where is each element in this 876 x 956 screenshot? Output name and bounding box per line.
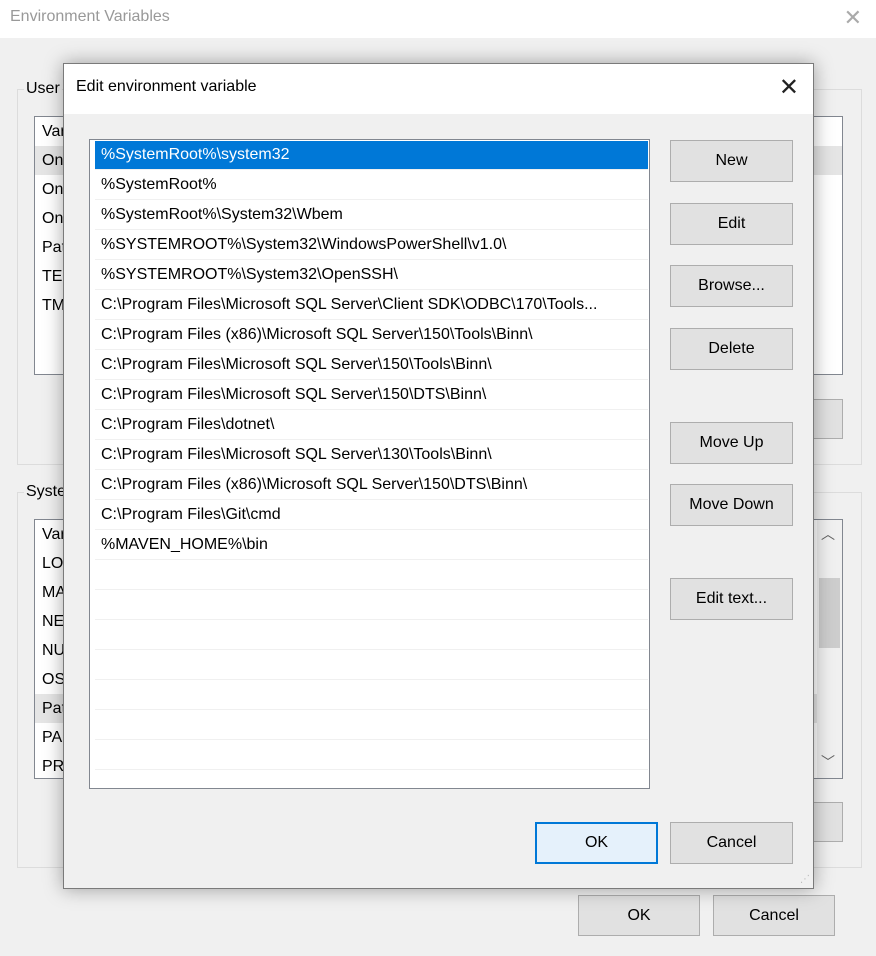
empty-row[interactable] [95, 621, 648, 650]
outer-ok-button[interactable]: OK [578, 895, 700, 936]
empty-row[interactable] [95, 591, 648, 620]
list-item[interactable]: %SystemRoot% [95, 171, 648, 200]
scrollbar-thumb[interactable] [819, 578, 840, 648]
new-button[interactable]: New [670, 140, 793, 182]
edit-text-button[interactable]: Edit text... [670, 578, 793, 620]
empty-row[interactable] [95, 561, 648, 590]
chevron-down-icon[interactable]: ﹀ [821, 752, 835, 772]
browse-button[interactable]: Browse... [670, 265, 793, 307]
cancel-button[interactable]: Cancel [670, 822, 793, 864]
delete-button[interactable]: Delete [670, 328, 793, 370]
list-item[interactable]: %SystemRoot%\system32 [95, 141, 648, 170]
empty-row[interactable] [95, 651, 648, 680]
list-item[interactable]: %SYSTEMROOT%\System32\WindowsPowerShell\… [95, 231, 648, 260]
path-entries-list[interactable]: %SystemRoot%\system32 %SystemRoot% %System… [89, 139, 650, 789]
system-group-label: Syste [24, 483, 69, 501]
empty-row[interactable] [95, 681, 648, 710]
chevron-up-icon[interactable]: ︿ [821, 524, 835, 544]
user-group-label: User [24, 80, 62, 98]
dialog-title: Edit environment variable [76, 78, 257, 95]
edit-environment-variable-dialog: Edit environment variable ✕ %SystemRoot%… [63, 63, 814, 889]
list-item[interactable]: C:\Program Files\Git\cmd [95, 501, 648, 530]
close-icon[interactable]: ✕ [844, 5, 862, 31]
ok-button[interactable]: OK [535, 822, 658, 864]
outer-title-bar: Environment Variables [0, 0, 876, 38]
move-down-button[interactable]: Move Down [670, 484, 793, 526]
empty-row[interactable] [95, 771, 648, 788]
dialog-title-bar: Edit environment variable [64, 64, 813, 114]
list-item[interactable]: C:\Program Files (x86)\Microsoft SQL Ser… [95, 471, 648, 500]
list-item[interactable]: %SYSTEMROOT%\System32\OpenSSH\ [95, 261, 648, 290]
list-item[interactable]: C:\Program Files\Microsoft SQL Server\15… [95, 351, 648, 380]
move-up-button[interactable]: Move Up [670, 422, 793, 464]
list-item[interactable]: %MAVEN_HOME%\bin [95, 531, 648, 560]
list-item[interactable]: C:\Program Files (x86)\Microsoft SQL Ser… [95, 321, 648, 350]
close-icon[interactable]: ✕ [779, 73, 799, 102]
outer-window-title: Environment Variables [10, 8, 170, 25]
edit-button[interactable]: Edit [670, 203, 793, 245]
list-item[interactable]: C:\Program Files\dotnet\ [95, 411, 648, 440]
list-item[interactable]: C:\Program Files\Microsoft SQL Server\15… [95, 381, 648, 410]
list-item[interactable]: C:\Program Files\Microsoft SQL Server\Cl… [95, 291, 648, 320]
outer-cancel-button[interactable]: Cancel [713, 895, 835, 936]
resize-grip-icon[interactable]: ⋰ [800, 874, 810, 885]
empty-row[interactable] [95, 741, 648, 770]
list-item[interactable]: C:\Program Files\Microsoft SQL Server\13… [95, 441, 648, 470]
list-item[interactable]: %SystemRoot%\System32\Wbem [95, 201, 648, 230]
empty-row[interactable] [95, 711, 648, 740]
scrollbar[interactable]: ︿ ﹀ [817, 520, 842, 778]
